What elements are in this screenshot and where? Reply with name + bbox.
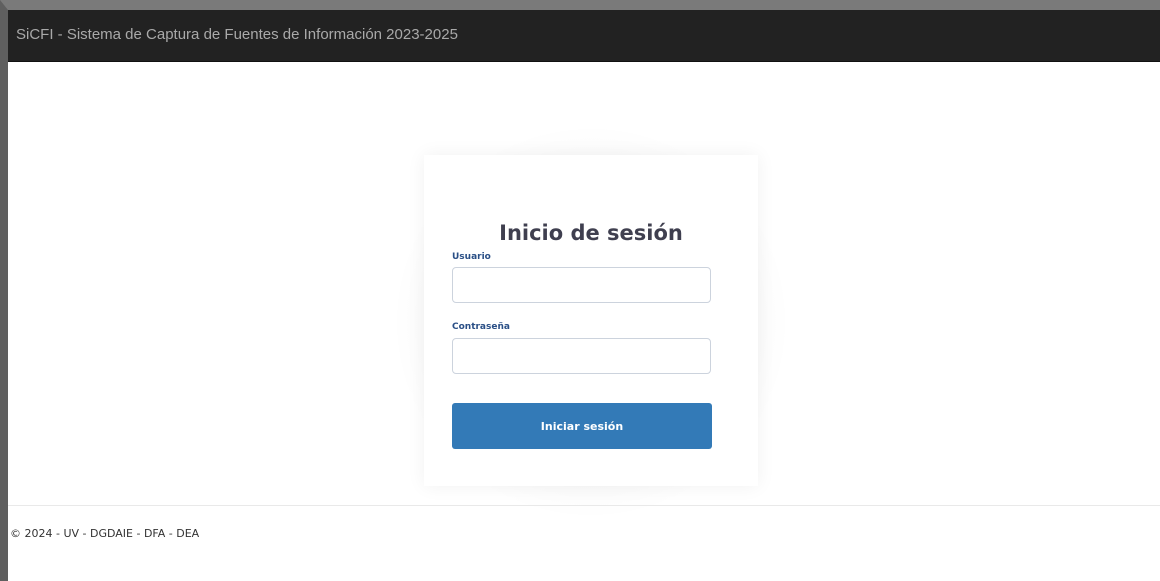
login-button[interactable]: Iniciar sesión <box>452 403 712 449</box>
password-input[interactable] <box>452 338 711 374</box>
top-navbar: SiCFI - Sistema de Captura de Fuentes de… <box>8 10 1160 62</box>
footer-copyright: © 2024 - UV - DGDAIE - DFA - DEA <box>10 527 200 540</box>
footer-divider <box>8 505 1160 506</box>
password-label: Contraseña <box>452 322 510 332</box>
app-title[interactable]: SiCFI - Sistema de Captura de Fuentes de… <box>16 26 458 43</box>
username-label: Usuario <box>452 252 491 262</box>
login-form: Inicio de sesión Usuario Contraseña Inic… <box>424 155 758 486</box>
username-input[interactable] <box>452 267 711 303</box>
login-title: Inicio de sesión <box>499 221 683 246</box>
